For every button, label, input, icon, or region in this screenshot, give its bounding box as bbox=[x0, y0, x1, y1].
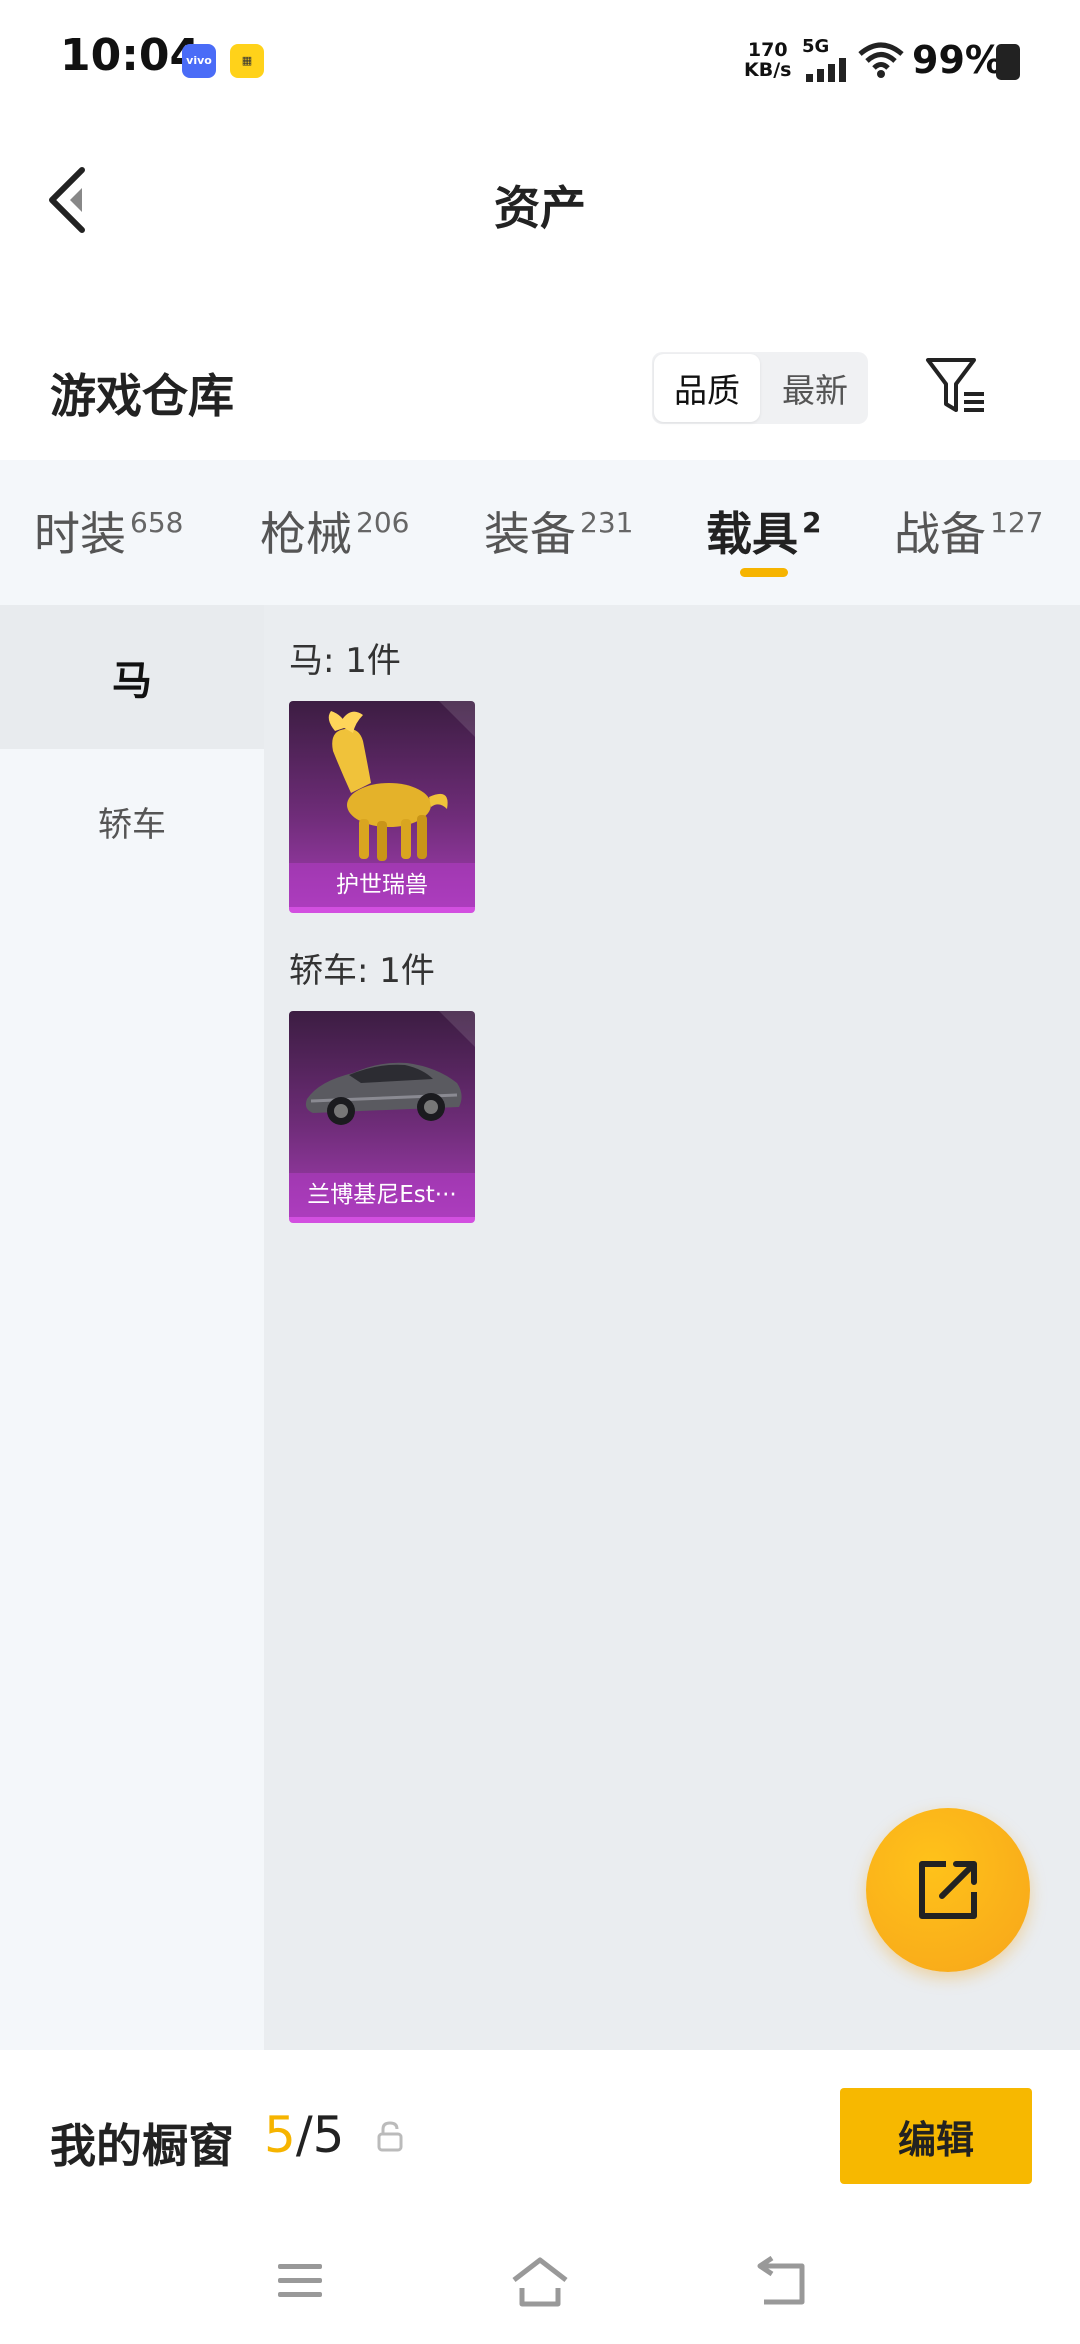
sidebar-item-sedan[interactable]: 轿车 bbox=[0, 749, 264, 893]
battery-percent: 99% bbox=[912, 38, 1003, 82]
sort-quality-button[interactable]: 品质 bbox=[654, 354, 760, 422]
category-tabs: 时装 658 枪械 206 装备 231 载具 2 战备 127 bbox=[0, 460, 1080, 605]
tab-supplies[interactable]: 战备 127 bbox=[894, 498, 1043, 564]
sports-car-icon bbox=[305, 1011, 475, 1125]
system-nav-bar bbox=[0, 2220, 1080, 2344]
network-speed: 170 KB/s bbox=[744, 39, 792, 81]
subcategory-sidebar: 马 轿车 bbox=[0, 605, 264, 2050]
warehouse-title: 游戏仓库 bbox=[50, 369, 234, 423]
golden-beast-icon bbox=[328, 701, 475, 861]
tab-fashion[interactable]: 时装 658 bbox=[34, 498, 183, 564]
item-name: 护世瑞兽 bbox=[289, 863, 475, 907]
page-title: 资产 bbox=[494, 181, 586, 235]
showcase-bar: 我的橱窗 5/5 编辑 bbox=[0, 2050, 1080, 2220]
showcase-title: 我的橱窗 bbox=[50, 2119, 234, 2173]
vivo-app-icon: vivo bbox=[182, 44, 216, 78]
battery-icon bbox=[996, 44, 1020, 80]
back-nav-icon[interactable] bbox=[752, 2256, 808, 2308]
lock-icon bbox=[377, 2121, 403, 2152]
group-label-sedan: 轿车: 1件 bbox=[289, 951, 435, 991]
sort-toggle: 品质 最新 bbox=[652, 352, 868, 424]
tab-firearms[interactable]: 枪械 206 bbox=[260, 498, 409, 564]
assets-screen: 10:04 vivo ▦ 170 KB/s 5G 99% 资产 游戏仓库 品质 … bbox=[0, 0, 1080, 2344]
item-card[interactable]: 护世瑞兽 bbox=[289, 701, 475, 913]
item-card[interactable]: 兰博基尼Est··· bbox=[289, 1011, 475, 1223]
sort-newest-button[interactable]: 最新 bbox=[762, 352, 868, 424]
item-name: 兰博基尼Est··· bbox=[289, 1173, 475, 1217]
tab-vehicles[interactable]: 载具 2 bbox=[706, 498, 821, 564]
active-tab-indicator bbox=[740, 568, 788, 577]
notification-app-icon: ▦ bbox=[230, 44, 264, 78]
showcase-count: 5/5 bbox=[264, 2106, 345, 2164]
tab-equipment[interactable]: 装备 231 bbox=[484, 498, 633, 564]
edit-button[interactable]: 编辑 bbox=[840, 2088, 1032, 2184]
top-bar: 资产 bbox=[0, 120, 1080, 280]
share-button[interactable] bbox=[866, 1808, 1030, 1972]
sidebar-item-horse[interactable]: 马 bbox=[0, 605, 264, 749]
signal-icon bbox=[806, 58, 846, 82]
network-type: 5G bbox=[802, 36, 830, 57]
group-label-horse: 马: 1件 bbox=[289, 641, 401, 681]
wifi-icon bbox=[858, 42, 904, 78]
status-time: 10:04 bbox=[60, 30, 201, 81]
menu-icon[interactable] bbox=[276, 2256, 324, 2304]
filter-icon[interactable] bbox=[924, 354, 988, 418]
home-icon[interactable] bbox=[510, 2256, 570, 2308]
external-link-icon bbox=[919, 1861, 977, 1919]
status-bar: 10:04 vivo ▦ 170 KB/s 5G 99% bbox=[0, 0, 1080, 120]
